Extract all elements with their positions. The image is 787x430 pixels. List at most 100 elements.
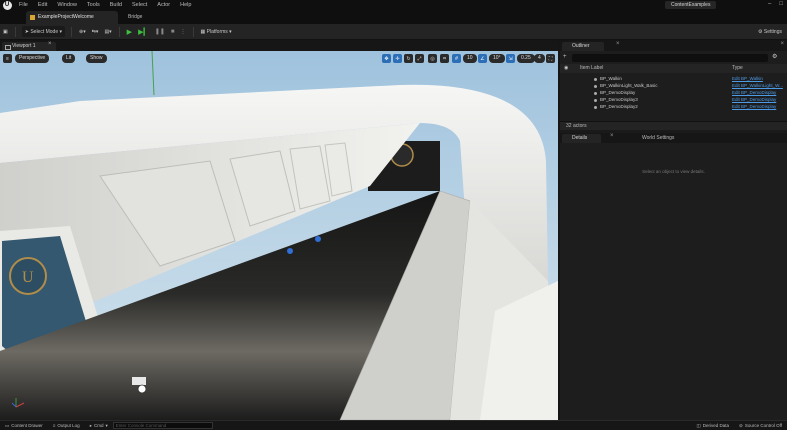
- chevron-down-icon: ▾: [105, 422, 108, 428]
- tab-outliner[interactable]: Outliner: [562, 42, 604, 51]
- details-tab-label: Details: [572, 135, 588, 141]
- close-icon[interactable]: ×: [610, 133, 614, 139]
- menu-build[interactable]: Build: [105, 2, 127, 8]
- actor-type-link[interactable]: Edit BP_Walkin: [732, 76, 763, 83]
- database-icon: ◫: [696, 422, 701, 428]
- close-icon[interactable]: ×: [48, 41, 52, 47]
- select-tool-icon[interactable]: ✥: [382, 54, 391, 63]
- camera-speed-value[interactable]: 4: [534, 54, 545, 63]
- console-command-input[interactable]: Enter Console Command: [112, 422, 213, 429]
- actor-type-link[interactable]: Edit BP_DemoDisplay: [732, 97, 776, 104]
- scene-render: U: [0, 51, 558, 420]
- play-options-icon[interactable]: ⋮: [178, 26, 189, 37]
- add-content-icon[interactable]: ⊕▾: [76, 26, 89, 37]
- close-icon[interactable]: ×: [780, 41, 784, 47]
- hamburger-icon[interactable]: ≡: [3, 54, 12, 63]
- tab-details[interactable]: Details: [562, 134, 602, 143]
- menu-file[interactable]: File: [14, 2, 33, 8]
- minimize-icon[interactable]: –: [768, 1, 771, 7]
- actor-type-link[interactable]: Edit BP_DemoDisplay: [732, 90, 776, 97]
- actor-count-bar: 32 actors: [560, 121, 787, 130]
- lit-button[interactable]: Lit: [62, 54, 76, 63]
- add-icon[interactable]: +: [563, 54, 567, 60]
- maximize-icon[interactable]: □: [779, 1, 783, 7]
- surface-snap-icon[interactable]: ⌗: [440, 54, 449, 63]
- toolbar-divider: [71, 26, 73, 37]
- actor-count-label: 32 actors: [566, 123, 587, 129]
- derived-data-button[interactable]: ◫ Derived Data: [692, 423, 735, 429]
- level-viewport[interactable]: U ≡ Perspective Lit Show ✥ ✛ ↻ ⤢ ◎ ⌗ # 1…: [0, 51, 558, 420]
- rotate-tool-icon[interactable]: ↻: [404, 54, 413, 63]
- actor-type-link[interactable]: Edit BP_WalkinLight_W...: [732, 83, 783, 90]
- status-bar: ▭ Content Drawer ≡ Output Log ▸ Cmd ▾ En…: [0, 420, 787, 430]
- select-mode-label: Select Mode: [30, 28, 59, 35]
- translate-tool-icon[interactable]: ✛: [393, 54, 402, 63]
- play-icon[interactable]: ▶: [124, 26, 135, 37]
- cinematics-icon[interactable]: ▤▾: [101, 26, 114, 37]
- grid-snap-icon[interactable]: #: [452, 54, 461, 63]
- tab-world-settings[interactable]: World Settings: [632, 134, 688, 143]
- scale-snap-icon[interactable]: ⇲: [506, 54, 515, 63]
- perspective-button[interactable]: Perspective: [15, 54, 50, 63]
- rotation-snap-icon[interactable]: ∠: [478, 54, 487, 63]
- outliner-search-input[interactable]: [572, 54, 768, 62]
- right-panels: Outliner × × + ⚙ ◉ Item Label Type BP_Wa…: [560, 41, 787, 430]
- menu-select[interactable]: Select: [127, 2, 152, 8]
- svg-text:U: U: [22, 269, 34, 286]
- tab-project[interactable]: ExampleProjectWelcome: [26, 11, 118, 24]
- platforms-label: Platforms: [206, 28, 228, 35]
- menu-bar: U File Edit Window Tools Build Select Ac…: [0, 0, 787, 10]
- outliner-row[interactable]: BP_Walkin Edit BP_Walkin: [560, 76, 787, 83]
- outliner-row[interactable]: BP_DemoDisplay Edit BP_DemoDisplay: [560, 90, 787, 97]
- main-toolbar: ▣ ➤ Select Mode ▾ ⊕▾ ⇆▾ ▤▾ ▶ ▶▎ ❚❚ ■ ⋮ ▦…: [0, 24, 787, 40]
- cmd-dropdown[interactable]: ▸ Cmd ▾: [85, 423, 113, 429]
- log-icon: ≡: [52, 423, 56, 428]
- maximize-viewport-icon[interactable]: ⛶: [546, 54, 555, 63]
- item-label-header[interactable]: Item Label: [580, 64, 603, 73]
- menu-tools[interactable]: Tools: [82, 2, 105, 8]
- play-step-icon[interactable]: ▶▎: [135, 26, 152, 37]
- actor-icon: [594, 78, 597, 81]
- select-mode-dropdown[interactable]: ➤ Select Mode ▾: [21, 26, 66, 37]
- outliner-row[interactable]: BP_DemoDisplay3 Edit BP_DemoDisplay: [560, 97, 787, 104]
- perspective-label: Perspective: [19, 55, 46, 61]
- filter-icon[interactable]: ⚙: [772, 53, 777, 60]
- actor-name: BP_WalkinLight_Walk_Basic: [600, 83, 658, 88]
- menu-window[interactable]: Window: [52, 2, 82, 8]
- scale-snap-value[interactable]: 0.25: [517, 54, 535, 63]
- unreal-logo-icon[interactable]: U: [0, 0, 14, 10]
- source-control-label: Source Control Off: [744, 423, 782, 428]
- blueprints-icon[interactable]: ⇆▾: [89, 26, 102, 37]
- grid-size-value[interactable]: 10: [463, 54, 477, 63]
- output-log-button[interactable]: ≡ Output Log: [48, 423, 85, 428]
- outliner-panel: + ⚙ ◉ Item Label Type BP_Walkin Edit BP_…: [560, 51, 787, 121]
- toolbar-divider: [118, 26, 120, 37]
- world-local-icon[interactable]: ◎: [428, 54, 437, 63]
- save-icon[interactable]: ▣: [0, 26, 11, 37]
- platforms-dropdown[interactable]: ▦ Platforms ▾: [198, 26, 235, 37]
- type-header[interactable]: Type: [732, 64, 743, 73]
- menu-actor[interactable]: Actor: [152, 2, 175, 8]
- outliner-row[interactable]: BP_WalkinLight_Walk_Basic Edit BP_Walkin…: [560, 83, 787, 90]
- actor-type-link[interactable]: Edit BP_DemoDisplay: [732, 104, 776, 111]
- toolbar-divider: [192, 26, 194, 37]
- project-name-label: ContentExamples: [665, 1, 717, 9]
- menu-edit[interactable]: Edit: [33, 2, 52, 8]
- tab-bridge[interactable]: Bridge: [122, 11, 162, 24]
- pause-icon[interactable]: ❚❚: [152, 26, 168, 37]
- settings-button[interactable]: ⚙ Settings: [755, 26, 785, 37]
- show-button[interactable]: Show: [86, 54, 107, 63]
- outliner-header: Outliner × ×: [560, 41, 787, 51]
- content-drawer-button[interactable]: ▭ Content Drawer: [0, 423, 48, 429]
- source-control-button[interactable]: ⊘ Source Control Off: [734, 423, 787, 429]
- outliner-row[interactable]: BP_DemoDisplay2 Edit BP_DemoDisplay: [560, 104, 787, 111]
- outliner-column-header: ◉ Item Label Type: [560, 64, 787, 73]
- close-icon[interactable]: ×: [616, 41, 620, 47]
- menu-help[interactable]: Help: [175, 2, 196, 8]
- rotation-snap-value[interactable]: 10°: [489, 54, 505, 63]
- content-drawer-label: Content Drawer: [11, 423, 43, 428]
- details-empty-hint: Select an object to view details.: [642, 169, 705, 174]
- folder-icon: ▭: [5, 422, 10, 428]
- scale-tool-icon[interactable]: ⤢: [415, 54, 424, 63]
- stop-icon[interactable]: ■: [168, 26, 178, 37]
